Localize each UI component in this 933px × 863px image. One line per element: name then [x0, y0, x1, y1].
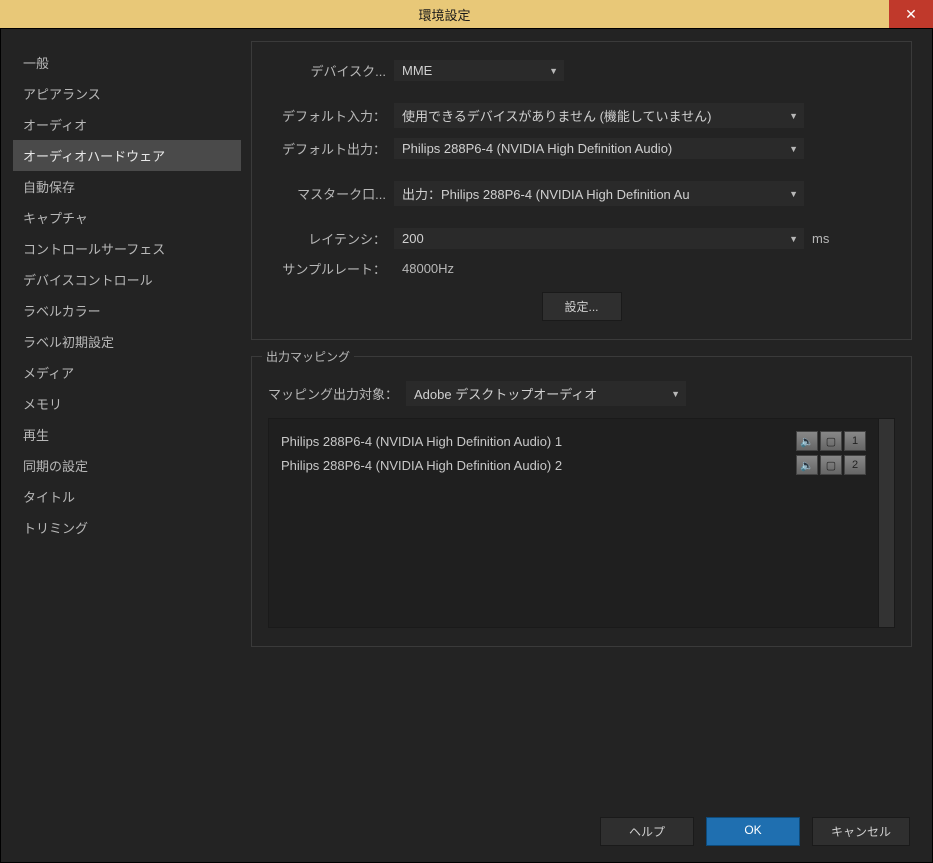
sidebar-item-label: オーディオ [23, 118, 87, 133]
main-panel: デバイスク... MME デフォルト入力： 使用できるデバイスがありません (機… [251, 41, 918, 803]
dialog-body: 一般 アピアランス オーディオ オーディオハードウェア 自動保存 キャプチャ コ… [0, 28, 933, 863]
output-mapping-group: 出力マッピング マッピング出力対象： Adobe デスクトップオーディオ Phi… [251, 356, 912, 647]
latency-row: レイテンシ： 200 ms [268, 228, 895, 249]
latency-label: レイテンシ： [268, 229, 386, 248]
sidebar-item-label: キャプチャ [23, 211, 88, 226]
sidebar-item-label: 一般 [23, 56, 49, 71]
sidebar-item-label-defaults[interactable]: ラベル初期設定 [13, 326, 241, 357]
sidebar-item-label: アピアランス [23, 87, 101, 102]
mapping-target-row: マッピング出力対象： Adobe デスクトップオーディオ [268, 381, 895, 406]
mapping-row-label: Philips 288P6-4 (NVIDIA High Definition … [281, 434, 562, 449]
close-icon: ✕ [905, 6, 917, 23]
sidebar-item-title[interactable]: タイトル [13, 481, 241, 512]
sidebar-item-device-control[interactable]: デバイスコントロール [13, 264, 241, 295]
master-clock-label: マスターク口... [268, 184, 386, 203]
sidebar-item-general[interactable]: 一般 [13, 47, 241, 78]
sidebar-item-label: 同期の設定 [23, 459, 88, 474]
mapping-controls: 🔈 ▢ 1 [796, 431, 866, 451]
help-button[interactable]: ヘルプ [600, 817, 694, 846]
mapping-select-icon[interactable]: ▢ [820, 431, 842, 451]
sidebar-item-label: コントロールサーフェス [23, 242, 165, 257]
latency-dropdown[interactable]: 200 [394, 228, 804, 249]
mapping-row: Philips 288P6-4 (NVIDIA High Definition … [281, 429, 866, 453]
master-clock-row: マスターク口... 出力：Philips 288P6-4 (NVIDIA Hig… [268, 181, 895, 206]
speaker-icon[interactable]: 🔈 [796, 455, 818, 475]
sidebar-item-label: メディア [23, 366, 74, 381]
content-row: 一般 アピアランス オーディオ オーディオハードウェア 自動保存 キャプチャ コ… [1, 41, 918, 803]
device-class-dropdown[interactable]: MME [394, 60, 564, 81]
mapping-row: Philips 288P6-4 (NVIDIA High Definition … [281, 453, 866, 477]
sidebar: 一般 アピアランス オーディオ オーディオハードウェア 自動保存 キャプチャ コ… [1, 41, 241, 803]
default-output-row: デフォルト出力： Philips 288P6-4 (NVIDIA High De… [268, 138, 895, 159]
button-label: ヘルプ [629, 825, 665, 839]
dropdown-value: MME [402, 63, 432, 78]
mapping-target-label: マッピング出力対象： [268, 384, 398, 403]
mapping-target-dropdown[interactable]: Adobe デスクトップオーディオ [406, 381, 686, 406]
sidebar-item-label: 再生 [23, 428, 49, 443]
sidebar-item-appearance[interactable]: アピアランス [13, 78, 241, 109]
sample-rate-label: サンプルレート： [268, 259, 386, 278]
mapping-list-box: Philips 288P6-4 (NVIDIA High Definition … [268, 418, 895, 628]
default-input-dropdown[interactable]: 使用できるデバイスがありません (機能していません) [394, 103, 804, 128]
mapping-row-label: Philips 288P6-4 (NVIDIA High Definition … [281, 458, 562, 473]
window-title: 環境設定 [0, 5, 889, 24]
sidebar-item-trimming[interactable]: トリミング [13, 512, 241, 543]
titlebar: 環境設定 ✕ [0, 0, 933, 28]
mapping-list: Philips 288P6-4 (NVIDIA High Definition … [269, 419, 878, 627]
dialog-footer: ヘルプ OK キャンセル [1, 803, 918, 850]
sidebar-item-label: オーディオハードウェア [23, 149, 165, 164]
cancel-button[interactable]: キャンセル [812, 817, 910, 846]
channel-number: 2 [852, 459, 858, 471]
sidebar-item-label: ラベル初期設定 [23, 335, 114, 350]
sidebar-item-audio-hardware[interactable]: オーディオハードウェア [13, 140, 241, 171]
button-label: OK [744, 823, 761, 837]
button-label: 設定... [564, 300, 598, 314]
sidebar-item-autosave[interactable]: 自動保存 [13, 171, 241, 202]
button-label: キャンセル [831, 825, 891, 839]
default-input-label: デフォルト入力： [268, 106, 386, 125]
preferences-window: 環境設定 ✕ 一般 アピアランス オーディオ オーディオハードウェア 自動保存 … [0, 0, 933, 863]
mapping-channel-number[interactable]: 1 [844, 431, 866, 451]
default-output-label: デフォルト出力： [268, 139, 386, 158]
dropdown-value: Philips 288P6-4 (NVIDIA High Definition … [402, 141, 672, 156]
default-output-dropdown[interactable]: Philips 288P6-4 (NVIDIA High Definition … [394, 138, 804, 159]
default-input-row: デフォルト入力： 使用できるデバイスがありません (機能していません) [268, 103, 895, 128]
sidebar-item-label-color[interactable]: ラベルカラー [13, 295, 241, 326]
device-class-row: デバイスク... MME [268, 60, 895, 81]
dropdown-value: Adobe デスクトップオーディオ [414, 384, 597, 403]
sidebar-item-label: ラベルカラー [23, 304, 101, 319]
sample-rate-row: サンプルレート： 48000Hz [268, 259, 895, 278]
speaker-icon[interactable]: 🔈 [796, 431, 818, 451]
settings-button[interactable]: 設定... [542, 292, 622, 321]
ok-button[interactable]: OK [706, 817, 800, 846]
sidebar-item-label: トリミング [23, 521, 88, 536]
sample-rate-value: 48000Hz [394, 261, 454, 276]
sidebar-item-media[interactable]: メディア [13, 357, 241, 388]
sidebar-item-control-surface[interactable]: コントロールサーフェス [13, 233, 241, 264]
close-button[interactable]: ✕ [889, 0, 933, 28]
device-class-label: デバイスク... [268, 61, 386, 80]
mapping-channel-number[interactable]: 2 [844, 455, 866, 475]
dropdown-value: 出力：Philips 288P6-4 (NVIDIA High Definiti… [402, 184, 690, 203]
mapping-select-icon[interactable]: ▢ [820, 455, 842, 475]
master-clock-dropdown[interactable]: 出力：Philips 288P6-4 (NVIDIA High Definiti… [394, 181, 804, 206]
mapping-controls: 🔈 ▢ 2 [796, 455, 866, 475]
latency-unit: ms [812, 231, 829, 246]
sidebar-item-audio[interactable]: オーディオ [13, 109, 241, 140]
sidebar-item-label: デバイスコントロール [23, 273, 153, 288]
output-mapping-legend: 出力マッピング [262, 348, 354, 365]
dropdown-value: 200 [402, 231, 424, 246]
sidebar-item-playback[interactable]: 再生 [13, 419, 241, 450]
sidebar-item-capture[interactable]: キャプチャ [13, 202, 241, 233]
sidebar-item-sync-settings[interactable]: 同期の設定 [13, 450, 241, 481]
sidebar-item-label: タイトル [23, 490, 75, 505]
sidebar-item-label: メモリ [23, 397, 62, 412]
channel-number: 1 [852, 435, 858, 447]
audio-hardware-group: デバイスク... MME デフォルト入力： 使用できるデバイスがありません (機… [251, 41, 912, 340]
mapping-scrollbar[interactable] [878, 419, 894, 627]
sidebar-item-memory[interactable]: メモリ [13, 388, 241, 419]
dropdown-value: 使用できるデバイスがありません (機能していません) [402, 106, 711, 125]
settings-button-row: 設定... [268, 292, 895, 321]
sidebar-item-label: 自動保存 [23, 180, 75, 195]
